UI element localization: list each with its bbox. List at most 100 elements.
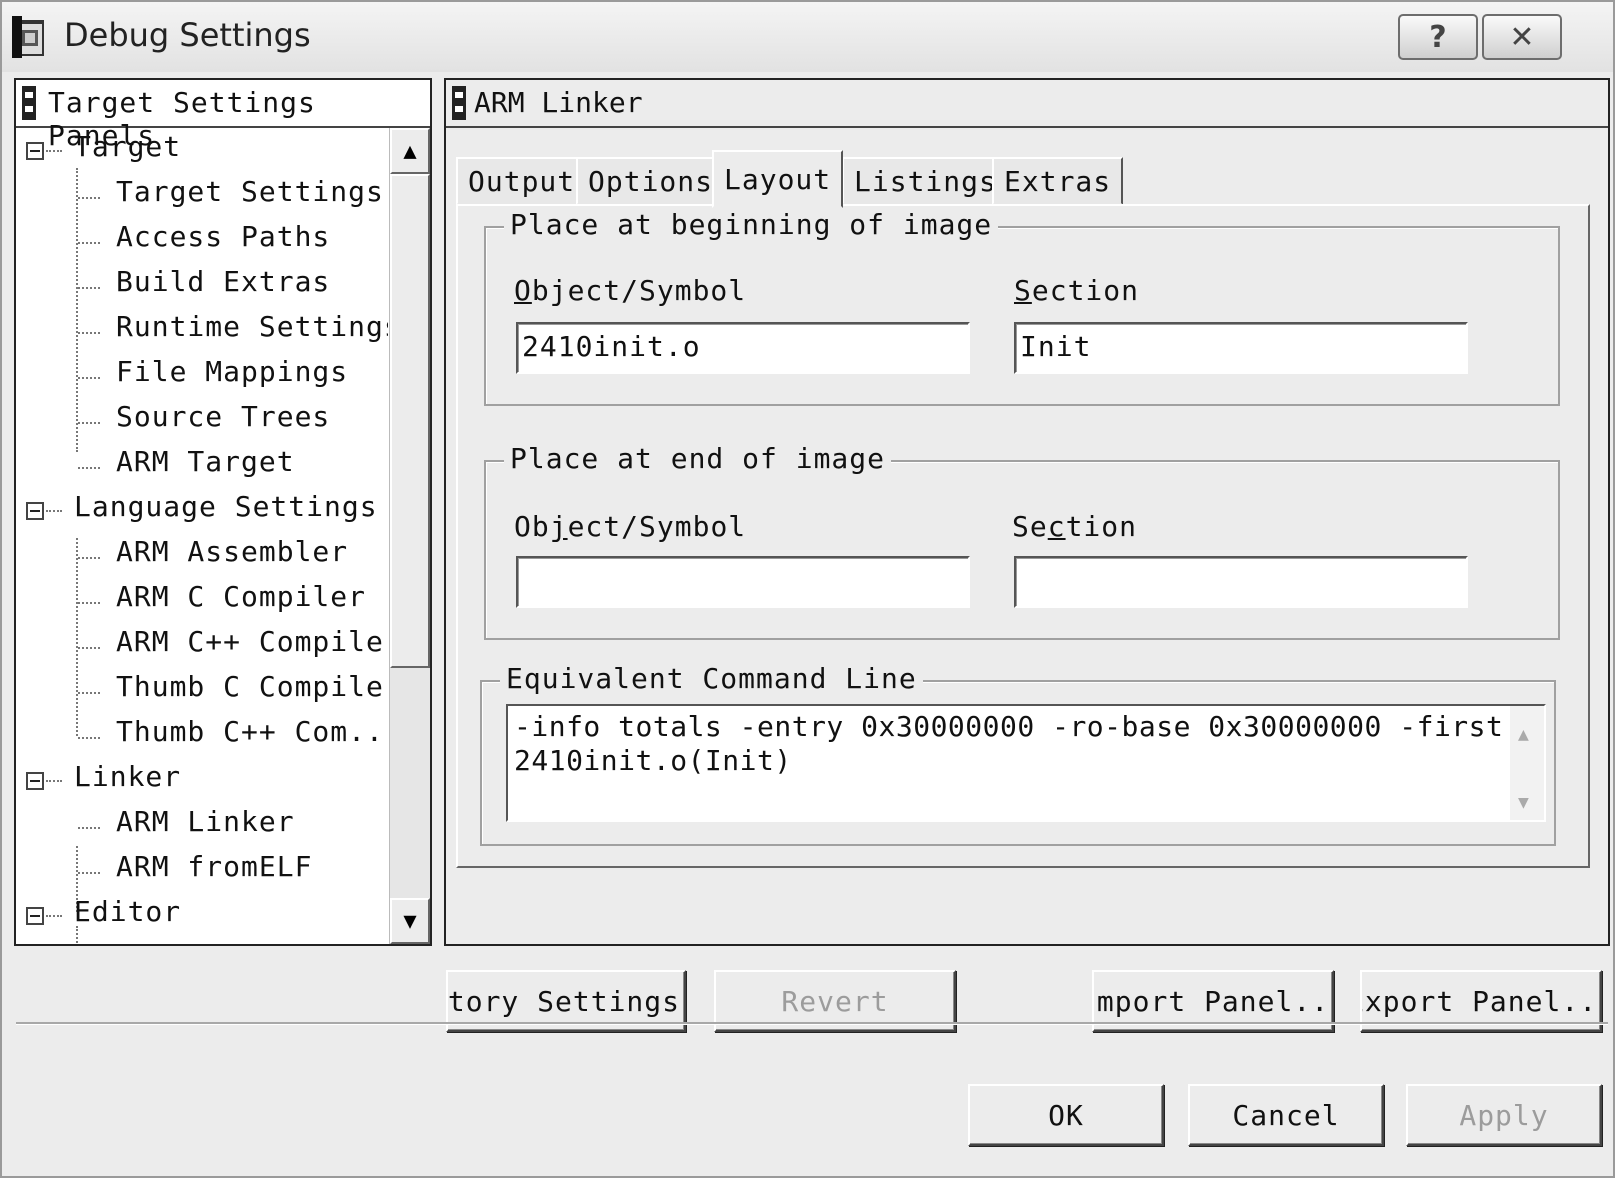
tree-item[interactable]: Editor: [74, 895, 181, 939]
panel-icon: [452, 86, 466, 120]
tree-item-label: Target: [74, 130, 182, 163]
tree-connector: [46, 915, 62, 917]
object-symbol-label: Object/Symbol: [514, 274, 747, 307]
tree-connector: [78, 827, 100, 829]
tree-item[interactable]: Target Settings: [116, 175, 384, 219]
collapse-icon[interactable]: [26, 772, 44, 790]
command-line-textarea[interactable]: -info totals -entry 0x30000000 -ro-base …: [506, 704, 1546, 822]
collapse-icon[interactable]: [26, 502, 44, 520]
tree-connector: [78, 287, 100, 289]
begin-section-input[interactable]: Init: [1014, 322, 1468, 374]
scroll-up-arrow-icon[interactable]: ▲: [390, 128, 430, 174]
title-bar: Debug Settings ? ✕: [2, 2, 1613, 72]
tree-item-label: Access Paths: [116, 220, 331, 253]
settings-tree: Target Target Settings Access Paths Build E…: [16, 128, 388, 944]
tree-item-label: Thumb C Compiler: [116, 670, 388, 703]
tree-item[interactable]: ARM Assembler: [116, 535, 348, 579]
scroll-down-arrow-icon[interactable]: ▼: [390, 898, 430, 944]
tree-connector: [78, 872, 100, 874]
tree-item[interactable]: ARM C Compiler: [116, 580, 366, 624]
tree-item[interactable]: Target: [74, 130, 181, 174]
section-label: Section: [1012, 510, 1138, 543]
tree-item[interactable]: Runtime Settings: [116, 310, 388, 354]
tree-item[interactable]: Language Settings: [74, 490, 378, 534]
scroll-thumb[interactable]: [390, 174, 430, 668]
section-label: Section: [1014, 274, 1140, 307]
tree-item[interactable]: Source Trees: [116, 400, 330, 444]
place-at-end-group: Place at end of image Object/Symbol Sect…: [484, 442, 1560, 640]
scroll-down-icon[interactable]: ▼: [1518, 786, 1529, 820]
close-button[interactable]: ✕: [1482, 14, 1562, 60]
tree-item-label: ARM Linker: [116, 805, 295, 838]
tree-item-label: Linker: [74, 760, 182, 793]
tree-item[interactable]: Build Extras: [116, 265, 330, 309]
tree-connector: [78, 242, 100, 244]
equivalent-command-line-group: Equivalent Command Line -info totals -en…: [480, 662, 1556, 846]
tree-item[interactable]: Linker: [74, 760, 181, 804]
end-object-input[interactable]: [516, 556, 970, 608]
tab-extras[interactable]: Extras: [992, 157, 1124, 205]
tree-item-label: ARM C++ Compiler: [116, 625, 388, 658]
tree-connector: [78, 737, 100, 739]
button-separator: [16, 1022, 1608, 1025]
panel-title-bar: ARM Linker: [446, 80, 1608, 128]
tree-item[interactable]: File Mappings: [116, 355, 348, 399]
tree-connector: [78, 692, 100, 694]
tree-item[interactable]: ARM Linker: [116, 805, 295, 849]
group-legend: Place at end of image: [504, 442, 892, 475]
command-line-text-1: -info totals -entry 0x30000000 -ro-base …: [514, 710, 1504, 743]
tree-connector: [78, 332, 100, 334]
command-line-scrollbar[interactable]: ▲ ▼: [1510, 706, 1544, 820]
tree-connector: [46, 150, 62, 152]
place-at-beginning-group: Place at beginning of image Object/Symbo…: [484, 208, 1560, 406]
tree-item-label: Editor: [74, 895, 182, 928]
debug-settings-dialog: Debug Settings ? ✕ Target Settings Panel…: [0, 0, 1615, 1178]
ok-button[interactable]: OK: [968, 1084, 1164, 1146]
tree-connector: [46, 780, 62, 782]
end-section-input[interactable]: [1014, 556, 1468, 608]
tree-item-label: Target Settings: [116, 175, 384, 208]
tree-item-label: ARM Assembler: [116, 535, 349, 568]
tree-item[interactable]: Thumb C Compiler: [116, 670, 388, 714]
tree-connector: [46, 510, 62, 512]
group-legend: Place at beginning of image: [504, 208, 999, 241]
window-title: Debug Settings: [64, 16, 311, 54]
tree-item[interactable]: ARM C++ Compiler: [116, 625, 388, 669]
tree-connector: [78, 557, 100, 559]
tree-item-label: Build Extras: [116, 265, 331, 298]
tree-connector: [78, 377, 100, 379]
collapse-icon[interactable]: [26, 907, 44, 925]
tree-item[interactable]: ARM fromELF: [116, 850, 312, 894]
arm-linker-panel: ARM Linker Output Options Layout Listing…: [444, 78, 1610, 946]
begin-object-input[interactable]: 2410init.o: [516, 322, 970, 374]
group-legend: Equivalent Command Line: [500, 662, 923, 695]
scroll-up-icon[interactable]: ▲: [1518, 718, 1529, 752]
tree-connector: [78, 422, 100, 424]
tree-connector: [78, 602, 100, 604]
panels-header: Target Settings Panels: [16, 80, 430, 152]
tree-item[interactable]: ARM Target: [116, 445, 295, 489]
command-line-text-2: 2410init.o(Init): [514, 744, 792, 777]
panel-title: ARM Linker: [474, 86, 643, 119]
layout-tab-body: Place at beginning of image Object/Symbo…: [456, 204, 1590, 868]
tab-output[interactable]: Output: [456, 157, 588, 205]
tree-connector: [76, 538, 78, 736]
cancel-button[interactable]: Cancel: [1188, 1084, 1384, 1146]
tree-connector: [76, 168, 78, 452]
tree-item-label: Language Settings: [74, 490, 378, 523]
tree-item-label: ARM fromELF: [116, 850, 313, 883]
tree-item[interactable]: Thumb C++ Com...: [116, 715, 388, 759]
app-icon: [12, 16, 44, 58]
tab-options[interactable]: Options: [576, 157, 726, 205]
help-button[interactable]: ?: [1398, 14, 1478, 60]
tree-connector: [78, 467, 100, 469]
collapse-icon[interactable]: [26, 142, 44, 160]
tab-layout[interactable]: Layout: [712, 150, 844, 208]
object-symbol-label: Object/Symbol: [514, 510, 747, 543]
tree-item-label: Thumb C++ Com...: [116, 715, 388, 748]
tree-scrollbar[interactable]: ▲ ▼: [389, 128, 430, 944]
apply-button[interactable]: Apply: [1406, 1084, 1602, 1146]
tree-item[interactable]: Access Paths: [116, 220, 330, 264]
tab-listings[interactable]: Listings: [842, 157, 1009, 205]
tree-item-label: ARM Target: [116, 445, 295, 478]
